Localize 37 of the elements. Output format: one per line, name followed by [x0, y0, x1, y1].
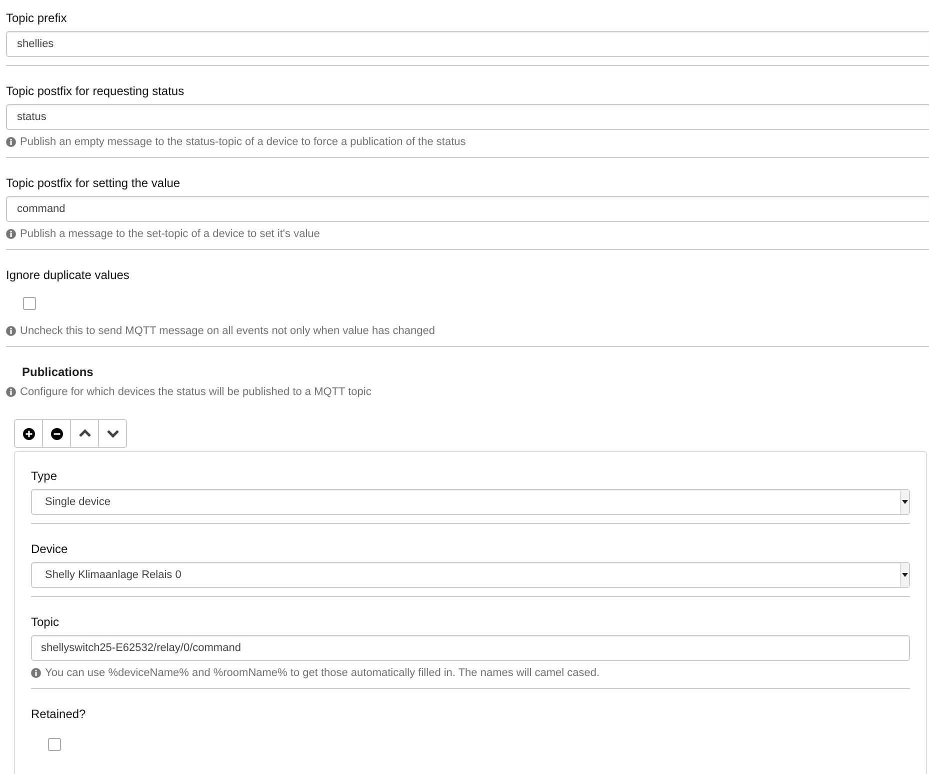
move-down-button[interactable] [98, 419, 127, 448]
plus-icon [22, 428, 34, 440]
dropdown-arrow-icon [901, 572, 909, 578]
chevron-up-icon [78, 429, 90, 438]
help-text: Uncheck this to send MQTT message on all events not only when value has changed [20, 324, 435, 338]
field-label: Topic postfix for setting the value [6, 176, 182, 190]
field-label: Topic prefix [6, 11, 68, 25]
info-icon [6, 326, 16, 336]
checkbox[interactable] [23, 297, 36, 310]
info-icon [31, 668, 41, 678]
text-input[interactable]: shellyswitch25-E62532/relay/0/command [31, 635, 910, 661]
field-label: Topic postfix for requesting status [6, 84, 186, 98]
help-text: You can use %deviceName% and %roomName% to get those automatically filled in. The names will camel cased. [45, 666, 600, 680]
text-input[interactable]: status [6, 104, 929, 130]
field-label: Ignore duplicate values [6, 268, 130, 282]
checkbox[interactable] [48, 738, 61, 751]
help-text: Publish a message to the set-topic of a device to set it's value [20, 227, 320, 241]
dropdown-arrow-icon [901, 499, 909, 505]
field-label: Retained? [31, 707, 87, 721]
move-up-button[interactable] [70, 419, 99, 448]
section-title: Publications [22, 365, 94, 379]
field-label: Device [31, 542, 69, 556]
text-input[interactable]: shellies [6, 31, 929, 57]
info-icon [6, 137, 16, 147]
help-text: Publish an empty message to the status-topic of a device to force a publication of the status [20, 135, 466, 149]
field-label: Type [31, 469, 58, 483]
info-icon [6, 229, 16, 239]
minus-icon [50, 428, 62, 440]
remove-button[interactable] [42, 419, 71, 448]
select-dropdown[interactable]: Single device [31, 489, 910, 515]
field-label: Topic [31, 615, 60, 629]
text-input[interactable]: command [6, 196, 929, 222]
help-text: Configure for which devices the status will be published to a MQTT topic [20, 385, 372, 399]
chevron-down-icon [106, 429, 118, 438]
select-dropdown[interactable]: Shelly Klimaanlage Relais 0 [31, 562, 910, 588]
add-button[interactable] [14, 419, 43, 448]
info-icon [6, 387, 16, 397]
